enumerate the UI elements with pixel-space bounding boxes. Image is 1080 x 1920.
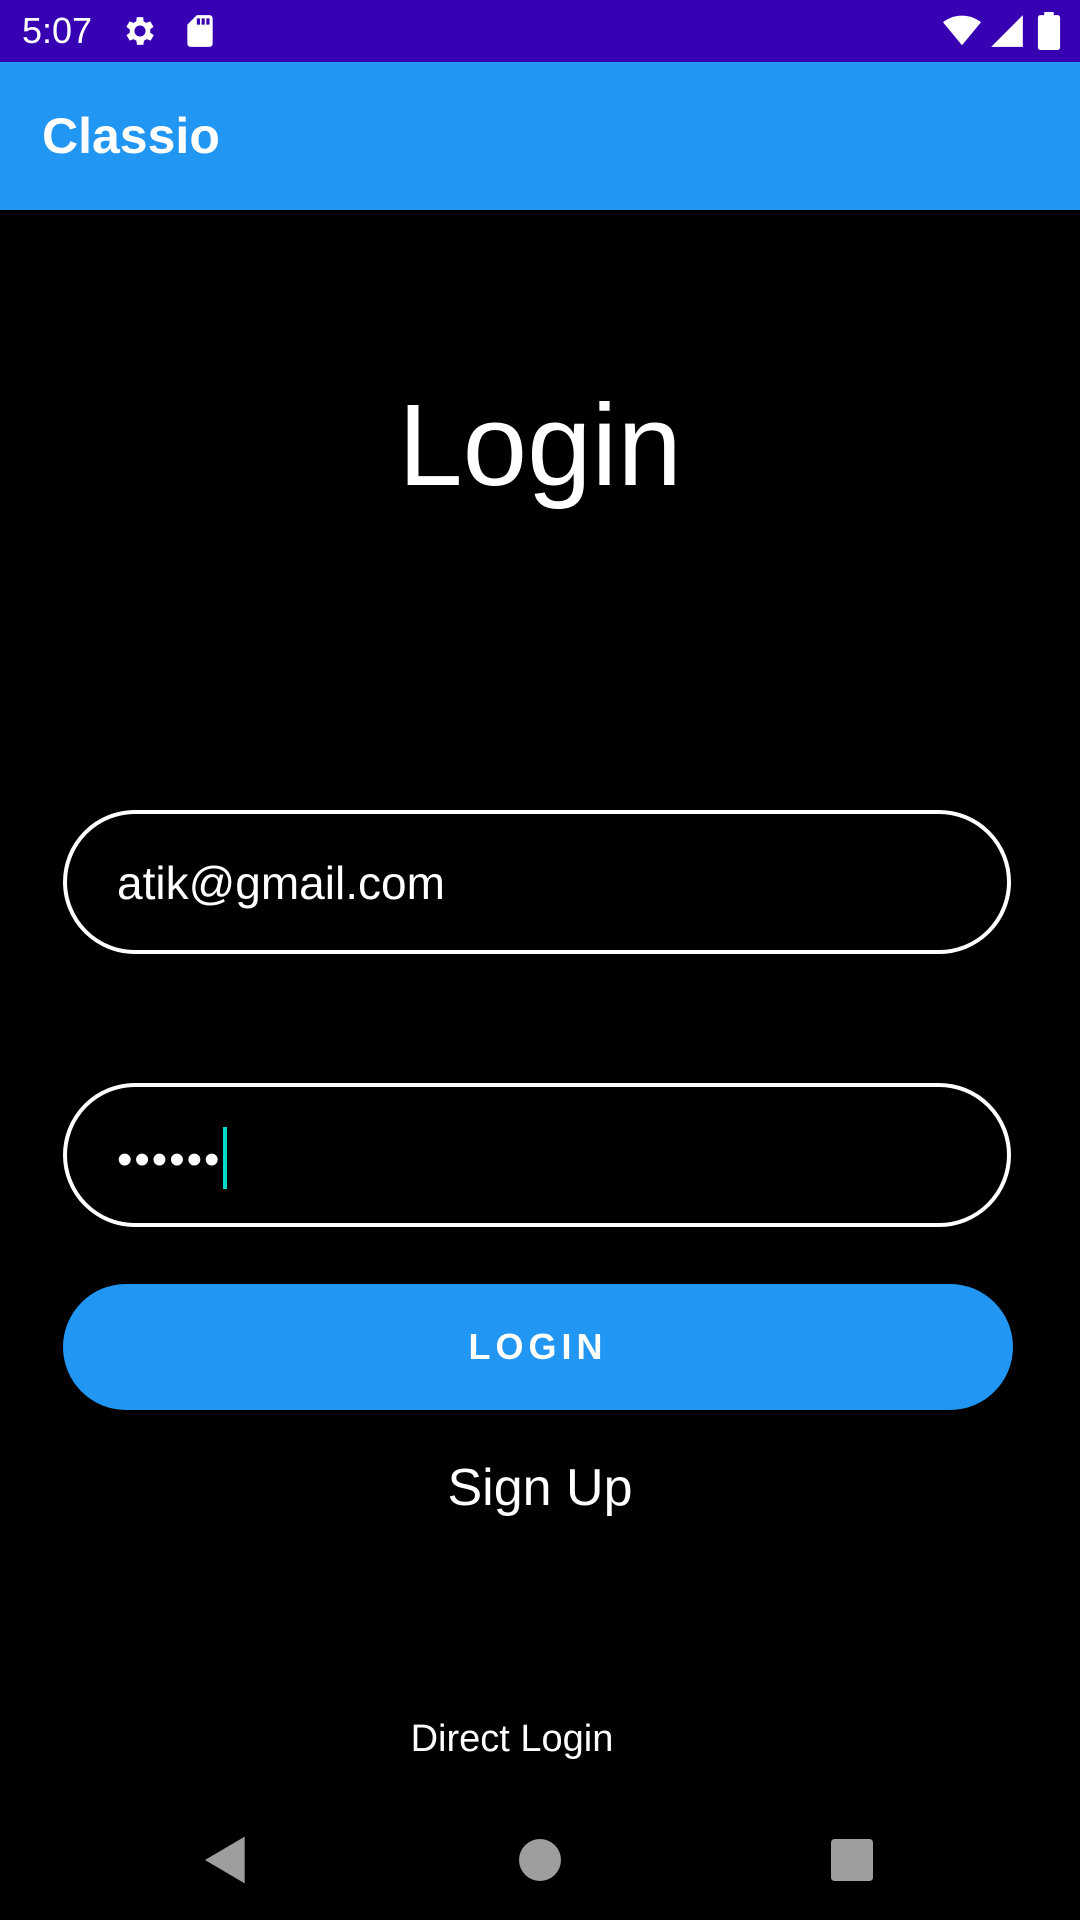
password-field[interactable]: •••••• bbox=[63, 1083, 1011, 1227]
recents-icon[interactable] bbox=[824, 1832, 880, 1888]
status-time: 5:07 bbox=[22, 10, 93, 51]
password-value: •••••• bbox=[117, 1135, 222, 1185]
home-icon[interactable] bbox=[512, 1832, 568, 1888]
password-value-wrap: •••••• bbox=[117, 1127, 228, 1193]
back-icon[interactable] bbox=[198, 1832, 254, 1888]
sd-card-icon bbox=[180, 12, 220, 50]
navigation-bar bbox=[0, 1800, 1080, 1920]
signup-link[interactable]: Sign Up bbox=[0, 1456, 1080, 1520]
text-cursor bbox=[223, 1127, 228, 1189]
direct-login-link[interactable]: Direct Login bbox=[0, 1716, 1024, 1762]
email-field[interactable]: atik@gmail.com bbox=[63, 810, 1011, 954]
app-bar: Classio bbox=[0, 62, 1080, 210]
cell-signal-icon bbox=[988, 12, 1026, 50]
gear-icon bbox=[120, 12, 160, 50]
email-value: atik@gmail.com bbox=[117, 857, 445, 909]
battery-icon bbox=[1036, 12, 1062, 50]
login-screen: 5:07 Classio Login atik@gmail.com ••••••… bbox=[0, 0, 1080, 1920]
status-bar: 5:07 bbox=[0, 0, 1080, 62]
app-title: Classio bbox=[42, 108, 220, 164]
page-title: Login bbox=[398, 380, 682, 510]
wifi-icon bbox=[940, 12, 984, 50]
login-button[interactable]: LOGIN bbox=[63, 1284, 1013, 1410]
